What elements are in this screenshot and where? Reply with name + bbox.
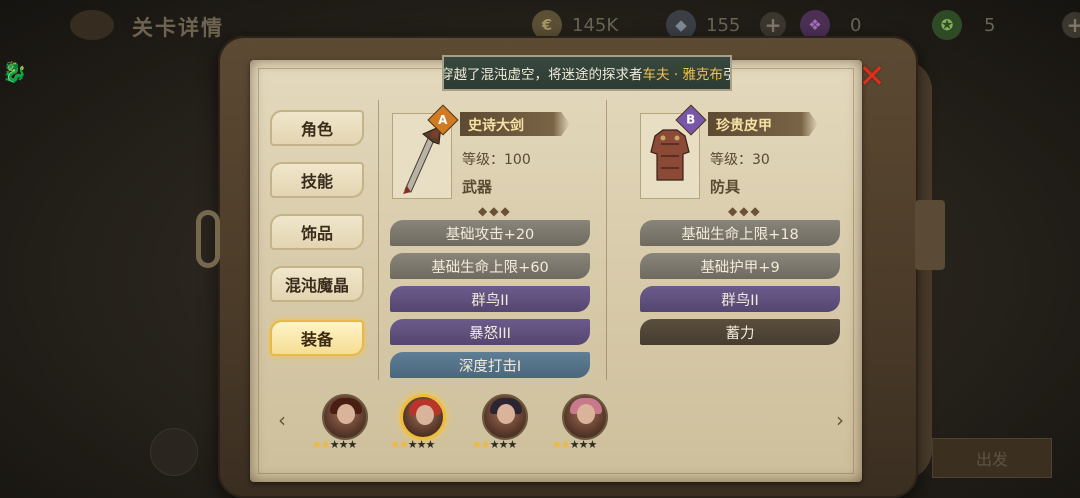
diamond-value: 155 [706, 14, 741, 36]
star-empty-icon: ★ [507, 438, 518, 451]
gold-value: 145K [572, 14, 619, 36]
hero-avatar[interactable] [482, 394, 528, 440]
banner-highlight: 车夫 · 雅克布 [642, 67, 723, 83]
weapon-level: 等级：100 [462, 152, 531, 168]
star-empty-icon: ★ [578, 438, 589, 451]
page-title: 关卡详情 [132, 15, 224, 40]
hero-avatar[interactable] [562, 394, 608, 440]
star-empty-icon: ★ [407, 438, 418, 451]
add-stamina-button[interactable]: + [1062, 12, 1080, 38]
hero-stars: ★★★★★ [312, 438, 386, 451]
ticket-value: 0 [850, 14, 862, 36]
back-button[interactable] [70, 10, 114, 40]
star-empty-icon: ★ [569, 438, 580, 451]
weapon-stat: 暴怒III [390, 319, 590, 345]
stamina-value: 5 [984, 14, 996, 36]
hero-slot-4[interactable]: ★★★★★ [552, 392, 616, 456]
green-orb-icon: ✪ [932, 10, 962, 40]
divider [606, 100, 607, 380]
star-filled-icon: ★ [312, 438, 322, 451]
hero-slot-2[interactable]: ★★★★★ [390, 392, 454, 456]
dragon-icon: 🐉 [2, 60, 27, 84]
face [337, 404, 355, 424]
star-empty-icon: ★ [489, 438, 500, 451]
tab-skill[interactable]: 技能 [270, 162, 364, 198]
ranking-icon [150, 428, 198, 476]
hero-stars: ★★★★★ [552, 438, 626, 451]
star-empty-icon: ★ [338, 438, 349, 451]
weapon-stat: 基础生命上限+60 [390, 253, 590, 279]
face [577, 404, 595, 424]
weapon-grade: A [438, 112, 448, 127]
banner-suffix: 引' [723, 63, 730, 83]
star-empty-icon: ★ [347, 438, 358, 451]
start-button[interactable]: 出发 [932, 438, 1052, 478]
armor-card[interactable]: B 珍贵皮甲 等级：30 防具 [640, 104, 844, 199]
armor-stat: 群鸟II [640, 286, 840, 312]
armor-level: 等级：30 [710, 152, 770, 168]
divider [378, 100, 379, 380]
face [416, 405, 434, 425]
armor-grade: B [686, 113, 696, 127]
tab-character[interactable]: 角色 [270, 110, 364, 146]
ornament-divider: ◆◆◆ [728, 204, 762, 218]
star-filled-icon: ★ [480, 438, 491, 451]
tab-chaos-crystal[interactable]: 混沌魔晶 [270, 266, 364, 302]
star-filled-icon: ★ [560, 438, 571, 451]
star-empty-icon: ★ [587, 438, 598, 451]
star-filled-icon: ★ [390, 438, 400, 451]
armor-stat: 基础护甲+9 [640, 253, 840, 279]
star-empty-icon: ★ [425, 438, 436, 451]
tab-accessory[interactable]: 饰品 [270, 214, 364, 250]
weapon-name: 史诗大剑 [468, 118, 524, 134]
hero-avatar-selected[interactable] [400, 394, 446, 440]
armor-type: 防具 [710, 178, 741, 196]
face [497, 404, 515, 424]
armor-stat: 蓄力 [640, 319, 840, 345]
tab-equipment[interactable]: 装备 [270, 320, 364, 356]
close-icon[interactable]: ✕ [854, 57, 890, 95]
book-strap [915, 200, 945, 270]
star-filled-icon: ★ [552, 438, 562, 451]
hero-stars: ★★★★★ [390, 438, 464, 451]
weapon-stat: 深度打击I [390, 352, 590, 378]
star-filled-icon: ★ [398, 438, 409, 451]
book-ring [196, 210, 220, 268]
weapon-card[interactable]: A 史诗大剑 等级：100 武器 [392, 104, 596, 199]
stamina-resource: ✪ 5 + [932, 9, 1080, 41]
star-filled-icon: ★ [320, 438, 331, 451]
weapon-stat: 基础攻击+20 [390, 220, 590, 246]
hero-strip: ★★★★★ ★★★★★ ★★★★★ ★★★★★ [272, 392, 844, 456]
star-empty-icon: ★ [498, 438, 509, 451]
hero-stars: ★★★★★ [472, 438, 546, 451]
hero-slot-3[interactable]: ★★★★★ [472, 392, 536, 456]
star-empty-icon: ★ [416, 438, 427, 451]
armor-name: 珍贵皮甲 [716, 118, 772, 134]
armor-stat: 基础生命上限+18 [640, 220, 840, 246]
hero-avatar[interactable] [322, 394, 368, 440]
hero-slot-1[interactable]: ★★★★★ [312, 392, 376, 456]
weapon-type: 武器 [462, 178, 493, 196]
star-filled-icon: ★ [472, 438, 482, 451]
add-diamond-button[interactable]: + [760, 12, 786, 38]
weapon-stat: 群鸟II [390, 286, 590, 312]
star-empty-icon: ★ [329, 438, 340, 451]
ornament-divider: ◆◆◆ [478, 204, 512, 218]
story-banner: ! 穿越了混沌虚空，将迷途的探求者 车夫 · 雅克布 引' [442, 55, 732, 91]
banner-text: 穿越了混沌虚空，将迷途的探求者 [442, 67, 643, 83]
